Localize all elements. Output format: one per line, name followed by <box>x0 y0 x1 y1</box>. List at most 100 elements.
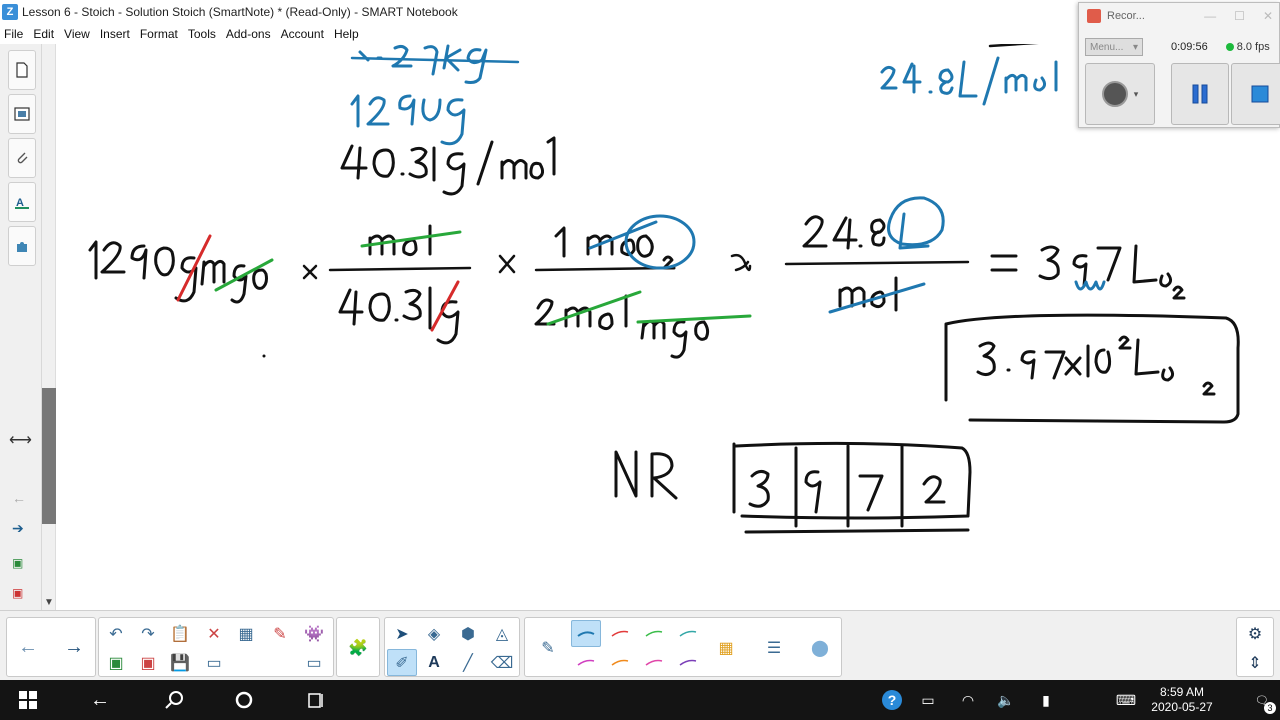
green-cancel-mol <box>360 230 462 248</box>
selection-tools-group: ➤ ◈ ⬢ ◬ ✐ A ╱ ⌫ <box>384 617 520 677</box>
maximize-icon[interactable]: ☐ <box>1234 9 1245 23</box>
close-icon[interactable]: ✕ <box>1263 9 1273 23</box>
panel-resize-icon[interactable]: ⟷ <box>9 430 32 450</box>
menu-insert[interactable]: Insert <box>95 27 135 41</box>
previous-page-icon[interactable]: ← <box>12 490 26 506</box>
previous-page-button[interactable]: ← <box>13 634 43 661</box>
notification-center-button[interactable]: 🗨 3 <box>1252 690 1276 714</box>
pens-tool-button[interactable]: ✐ <box>387 649 417 676</box>
select-tool-button[interactable]: ➤ <box>387 620 417 647</box>
capture-button[interactable]: ▭ <box>299 649 329 676</box>
back-arrow-icon: ← <box>90 688 110 711</box>
vertical-scrollbar[interactable]: ▼ <box>42 44 56 610</box>
help-icon[interactable]: ? <box>882 690 902 710</box>
menu-file[interactable]: File <box>0 27 28 41</box>
multiply-sign-2 <box>498 254 516 274</box>
menu-help[interactable]: Help <box>329 27 364 41</box>
table-button[interactable]: ▦ <box>231 620 261 647</box>
redo-button[interactable]: ↷ <box>133 620 163 647</box>
menu-format[interactable]: Format <box>135 27 183 41</box>
result-397-L-o2 <box>990 244 1186 300</box>
properties-tab[interactable]: A <box>8 182 36 222</box>
line-tool-button[interactable]: ╱ <box>453 649 483 676</box>
stop-icon <box>1251 85 1269 103</box>
pen-properties-group: ✎ ▦ ☰ ⬤ <box>524 617 842 677</box>
smart-notebook-app-icon: Z <box>2 4 18 20</box>
notebook-canvas[interactable] <box>57 44 1280 610</box>
fill-tool-button[interactable]: ⬢ <box>453 620 483 647</box>
delete-button[interactable]: ✕ <box>199 620 229 647</box>
search-button[interactable] <box>150 680 198 720</box>
scrollbar-thumb[interactable] <box>42 388 56 524</box>
add-page-button[interactable]: ▣ <box>101 649 131 676</box>
page-sorter-tab[interactable] <box>8 50 36 90</box>
delete-page-icon[interactable]: ▣ <box>12 586 23 600</box>
pen-style-orange[interactable] <box>605 649 635 676</box>
volume-icon[interactable]: 🔈 <box>996 690 1016 710</box>
text-tool-button[interactable]: A <box>419 649 449 676</box>
save-button[interactable]: 💾 <box>165 649 195 676</box>
cortana-button[interactable] <box>220 680 268 720</box>
pen-type-button[interactable]: ✎ <box>533 634 563 661</box>
start-button[interactable] <box>4 680 52 720</box>
scroll-down-icon[interactable]: ▼ <box>44 597 54 608</box>
wifi-icon[interactable]: ◠ <box>958 690 978 710</box>
color-palette-button[interactable]: ▦ <box>711 634 741 661</box>
attachments-tab[interactable] <box>8 138 36 178</box>
back-button[interactable]: ← <box>76 680 124 720</box>
paint-bucket-button[interactable]: ◬ <box>487 620 517 647</box>
pen-style-pink[interactable] <box>639 649 669 676</box>
gallery-tab[interactable] <box>8 94 36 134</box>
pen-style-purple[interactable] <box>673 649 703 676</box>
task-view-button[interactable] <box>292 680 340 720</box>
pause-button[interactable] <box>1171 63 1229 125</box>
line-thickness-button[interactable]: ☰ <box>759 634 789 661</box>
clear-ink-button[interactable]: ✎ <box>265 620 295 647</box>
menu-account[interactable]: Account <box>276 27 329 41</box>
menu-tools[interactable]: Tools <box>183 27 221 41</box>
microphone-icon[interactable]: ▮ <box>1036 690 1056 710</box>
cortana-icon <box>235 691 253 709</box>
battery-icon[interactable]: ▭ <box>918 690 938 710</box>
pen-style-magenta[interactable] <box>571 649 601 676</box>
clock[interactable]: 8:59 AM 2020-05-27 <box>1142 685 1222 715</box>
recorder-window-controls: — ☐ ✕ <box>1204 9 1273 23</box>
screen-shade-button[interactable]: ▭ <box>199 649 229 676</box>
pen-style-green[interactable] <box>639 620 669 647</box>
activity-builder-button[interactable]: 👾 <box>299 620 329 647</box>
recorder-menu-dropdown[interactable]: Menu... ▾ <box>1085 38 1143 56</box>
undo-button[interactable]: ↶ <box>101 620 131 647</box>
line-icon: ╱ <box>463 654 473 672</box>
paste-button[interactable]: 📋 <box>165 620 195 647</box>
black-40-31g-mol <box>340 136 556 196</box>
record-button[interactable]: ▾ <box>1085 63 1155 125</box>
add-ons-button[interactable]: 🧩 <box>343 634 373 661</box>
customize-toolbar-button[interactable]: ⚙ <box>1240 620 1270 647</box>
keyboard-icon[interactable]: ⌨ <box>1116 690 1136 710</box>
next-page-button[interactable]: → <box>59 634 89 661</box>
shapes-tool-button[interactable]: ◈ <box>419 620 449 647</box>
windows-taskbar: ← ? ▭ ◠ 🔈 ▮ ⌨ 8:59 AM 2020-05-27 🗨 3 <box>0 680 1280 720</box>
pen-style-blue-thin[interactable] <box>571 620 601 647</box>
move-toolbar-button[interactable]: ⇕ <box>1240 649 1270 676</box>
menu-add-ons[interactable]: Add-ons <box>221 27 276 41</box>
delete-page-button[interactable]: ▣ <box>133 649 163 676</box>
screen-recorder-window[interactable]: Recor... — ☐ ✕ Menu... ▾ 0:09:56 8.0 fps… <box>1078 2 1280 128</box>
record-dropdown-icon: ▾ <box>1133 88 1139 99</box>
pen-style-teal[interactable] <box>673 620 703 647</box>
green-cancel-mgo-2 <box>636 314 752 324</box>
menu-edit[interactable]: Edit <box>28 27 59 41</box>
save-icon: 💾 <box>170 654 190 672</box>
eraser-tool-button[interactable]: ⌫ <box>487 649 517 676</box>
arrow-left-icon: ← <box>18 636 38 658</box>
fill-effects-button[interactable]: ⬤ <box>805 634 835 661</box>
add-page-icon[interactable]: ▣ <box>12 556 23 570</box>
multiply-sign-1 <box>302 264 318 280</box>
add-ons-tab[interactable] <box>8 226 36 266</box>
stop-button[interactable] <box>1231 63 1280 125</box>
minimize-icon[interactable]: — <box>1204 9 1216 23</box>
pen-style-red[interactable] <box>605 620 635 647</box>
next-page-icon[interactable]: ➔ <box>12 520 24 537</box>
menu-view[interactable]: View <box>59 27 95 41</box>
windows-logo-icon <box>19 691 37 709</box>
